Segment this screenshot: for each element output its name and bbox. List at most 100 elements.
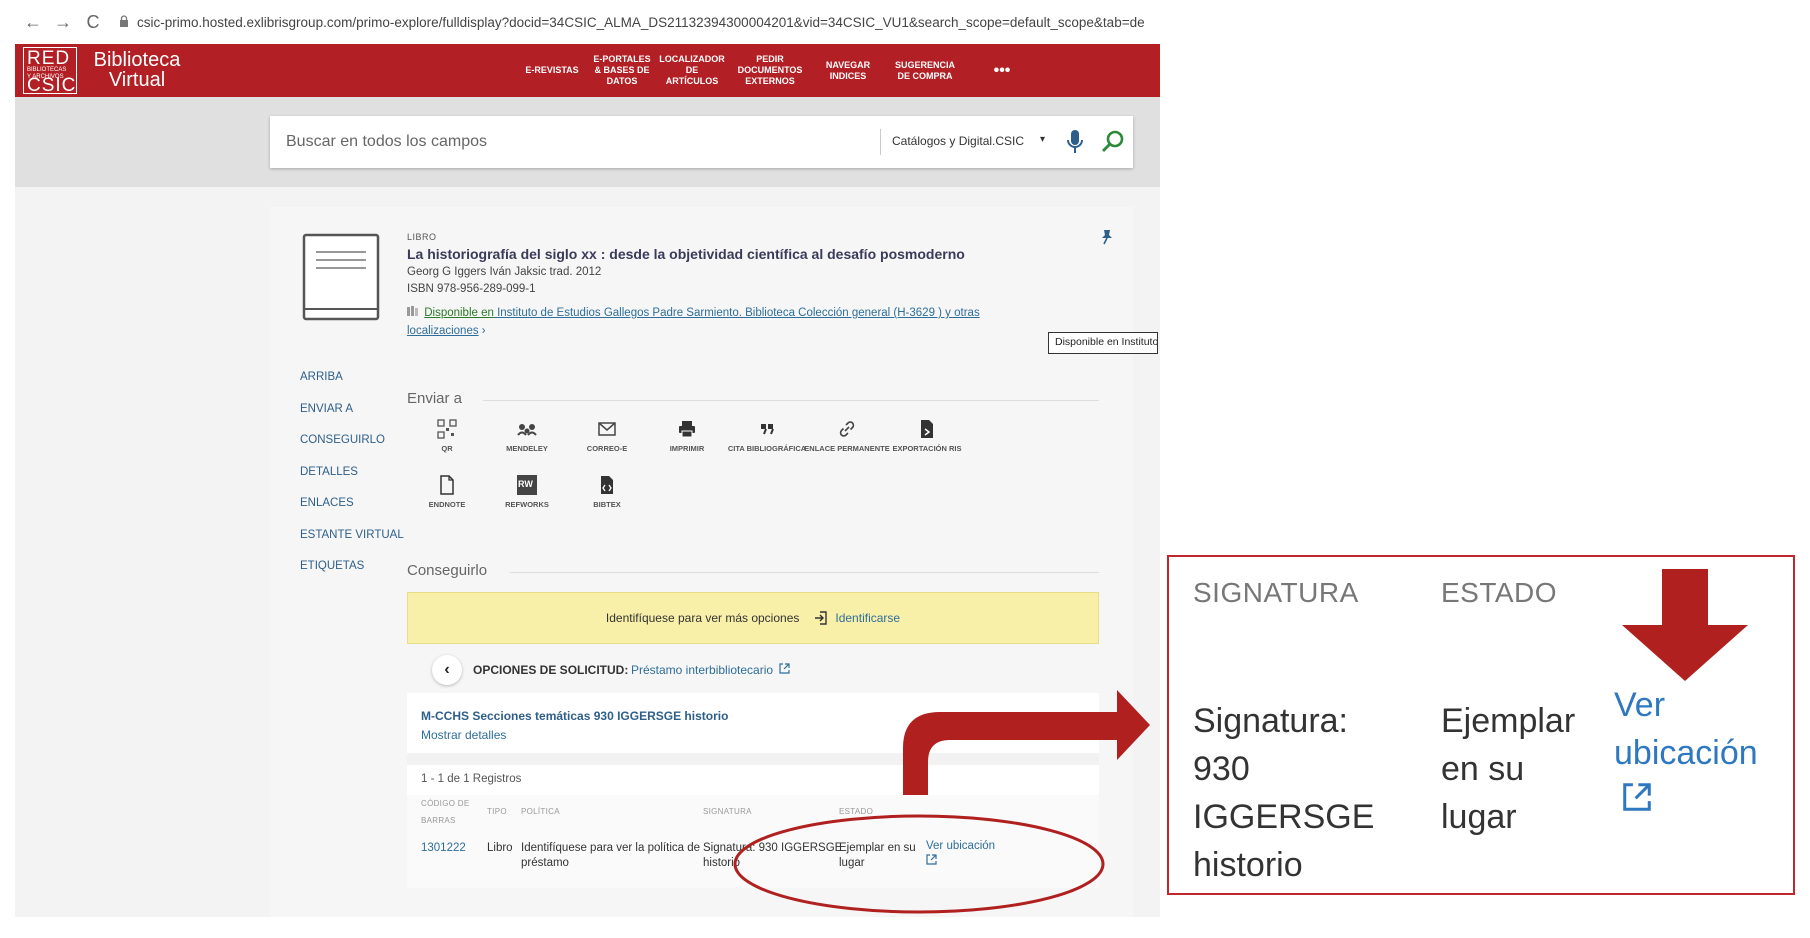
- file-export-icon: [921, 420, 933, 438]
- action-print[interactable]: IMPRIMIR: [642, 419, 732, 454]
- nav-etiquetas[interactable]: ETIQUETAS: [300, 559, 404, 591]
- pin-icon[interactable]: [1100, 229, 1114, 245]
- link-icon: [839, 421, 855, 437]
- microphone-icon[interactable]: [1065, 128, 1085, 156]
- nav-detalles[interactable]: DETALLES: [300, 465, 404, 497]
- nav-estante-virtual[interactable]: ESTANTE VIRTUAL: [300, 528, 404, 560]
- column-header-policy: POLÍTICA: [521, 807, 560, 816]
- down-arrow-icon: [1622, 569, 1748, 681]
- zoom-signature: Signatura: 930 IGGERSGE historio: [1193, 702, 1375, 884]
- item-status: Ejemplar en su lugar: [839, 842, 916, 869]
- availability-icon: [407, 306, 424, 319]
- column-header-type: TIPO: [487, 807, 507, 816]
- availability-line[interactable]: Disponible en Instituto de Estudios Gall…: [407, 304, 1027, 340]
- red-csic-logo[interactable]: RED BIBLIOTECAS Y ARCHIVOS CSIC: [23, 47, 77, 96]
- records-count: 1 - 1 de 1 Registros: [421, 773, 522, 785]
- record-type: LIBRO: [407, 232, 437, 242]
- interlibrary-loan-link[interactable]: Préstamo interbibliotecario: [631, 663, 791, 677]
- send-to-title: Enviar a: [407, 390, 463, 407]
- divider: [510, 572, 1099, 573]
- browser-screenshot: ← → C csic-primo.hosted.exlibrisgroup.co…: [15, 0, 1160, 917]
- mendeley-icon: [517, 424, 537, 436]
- address-bar[interactable]: csic-primo.hosted.exlibrisgroup.com/prim…: [137, 15, 1157, 30]
- nav-enviar-a[interactable]: ENVIAR A: [300, 402, 404, 434]
- search-input[interactable]: [286, 116, 866, 168]
- caret-down-icon[interactable]: ▾: [1040, 134, 1045, 145]
- view-location-link[interactable]: Ver ubicación: [926, 839, 995, 870]
- record-section-nav: ARRIBA ENVIAR A CONSEGUIRLO DETALLES ENL…: [300, 370, 404, 591]
- nav-enlaces[interactable]: ENLACES: [300, 496, 404, 528]
- item-signature: Signatura: 930 IGGERSGE historio: [703, 842, 843, 869]
- search-icon[interactable]: [1100, 129, 1126, 155]
- reload-icon[interactable]: C: [81, 12, 105, 33]
- nav-conseguirlo[interactable]: CONSEGUIRLO: [300, 433, 404, 465]
- menu-item-pedir-documentos[interactable]: PEDIR DOCUMENTOS EXTERNOS: [727, 44, 813, 97]
- app-title[interactable]: Biblioteca Virtual: [91, 50, 183, 90]
- nav-arriba[interactable]: ARRIBA: [300, 370, 404, 402]
- more-menu-icon[interactable]: •••: [967, 44, 1037, 97]
- holding-location: M-CCHS Secciones temáticas 930 IGGERSGE …: [421, 709, 729, 723]
- column-header-status: ESTADO: [839, 807, 874, 816]
- action-email[interactable]: CORREO-E: [562, 419, 652, 454]
- external-link-icon: [1623, 783, 1651, 811]
- menu-item-eportales[interactable]: E-PORTALES & BASES DE DATOS: [587, 44, 657, 97]
- file-icon: [440, 475, 454, 495]
- sign-in-icon: [815, 611, 828, 625]
- book-icon: [302, 233, 380, 321]
- request-options-label: OPCIONES DE SOLICITUD:: [473, 663, 629, 677]
- divider: [880, 129, 881, 155]
- action-permalink[interactable]: ENLACE PERMANENTE: [802, 419, 892, 454]
- zoom-header-status: ESTADO: [1441, 577, 1558, 608]
- record-title[interactable]: La historiografía del siglo xx : desde l…: [407, 246, 965, 262]
- external-link-icon: [779, 663, 791, 674]
- login-banner: Identifíquese para ver más opciones Iden…: [407, 592, 1099, 644]
- forward-arrow-icon[interactable]: →: [51, 12, 75, 33]
- column-header-barcode: CÓDIGO DE BARRAS: [421, 799, 470, 825]
- main-menu: E-REVISTAS E-PORTALES & BASES DE DATOS L…: [517, 44, 1037, 97]
- action-qr[interactable]: QR: [402, 419, 492, 454]
- item-type: Libro: [487, 842, 513, 854]
- site-header: RED BIBLIOTECAS Y ARCHIVOS CSIC Bibliotec…: [15, 44, 1160, 97]
- column-header-signature: SIGNATURA: [703, 807, 752, 816]
- qr-icon: [437, 419, 457, 439]
- scope-select[interactable]: Catálogos y Digital.CSIC: [892, 134, 1024, 148]
- search-bar-area: Catálogos y Digital.CSIC ▾: [15, 97, 1160, 187]
- print-icon: [679, 421, 695, 438]
- login-message: Identifíquese para ver más opciones: [605, 611, 800, 625]
- zoom-status: Ejemplar en su lugar: [1441, 702, 1576, 836]
- item-barcode[interactable]: 1301222: [421, 841, 466, 856]
- back-arrow-icon[interactable]: ←: [21, 12, 45, 33]
- lock-icon: [119, 14, 129, 30]
- full-record-panel: LIBRO La historiografía del siglo xx : d…: [270, 207, 1133, 917]
- availability-tooltip: Disponible en Instituto: [1048, 332, 1158, 354]
- external-link-icon: [926, 854, 937, 865]
- refworks-badge: RW: [518, 479, 533, 489]
- back-button[interactable]: ‹: [432, 655, 462, 685]
- zoom-header-signature: SIGNATURA: [1193, 577, 1359, 608]
- divider: [483, 400, 1099, 401]
- record-isbn: ISBN 978-956-289-099-1: [407, 283, 536, 295]
- action-endnote[interactable]: ENDNOTE: [402, 475, 492, 510]
- show-details-link[interactable]: Mostrar detalles: [421, 728, 506, 742]
- action-citation[interactable]: CITA BIBLIOGRÁFICA: [722, 419, 812, 454]
- menu-item-localizador[interactable]: LOCALIZADOR DE ARTÍCULOS: [657, 44, 727, 97]
- other-locations-link[interactable]: localizaciones: [407, 325, 479, 337]
- zoom-view-location-link[interactable]: Ver ubicación: [1614, 681, 1758, 825]
- chevron-right-icon: ›: [478, 325, 486, 337]
- record-author: Georg G Iggers Iván Jaksic trad. 2012: [407, 266, 602, 278]
- action-ris-export[interactable]: EXPORTACIÓN RIS: [882, 419, 972, 454]
- holding-card: M-CCHS Secciones temáticas 930 IGGERSGE …: [407, 693, 1099, 888]
- file-code-icon: [601, 476, 613, 494]
- action-bibtex[interactable]: BIBTEX: [562, 475, 652, 510]
- search-box: Catálogos y Digital.CSIC ▾: [270, 116, 1133, 168]
- menu-item-sugerencia[interactable]: SUGERENCIA DE COMPRA: [883, 44, 967, 97]
- action-mendeley[interactable]: MENDELEY: [482, 419, 572, 454]
- get-it-title: Conseguirlo: [407, 562, 488, 579]
- email-icon: [598, 422, 616, 436]
- availability-location: Instituto de Estudios Gallegos Padre Sar…: [493, 307, 980, 319]
- sign-in-link[interactable]: Identificarse: [807, 610, 900, 626]
- menu-item-erevistas[interactable]: E-REVISTAS: [517, 44, 587, 97]
- browser-toolbar: ← → C csic-primo.hosted.exlibrisgroup.co…: [15, 0, 1160, 44]
- availability-status: Disponible en: [424, 307, 494, 319]
- menu-item-navegar-indices[interactable]: NAVEGAR INDICES: [813, 44, 883, 97]
